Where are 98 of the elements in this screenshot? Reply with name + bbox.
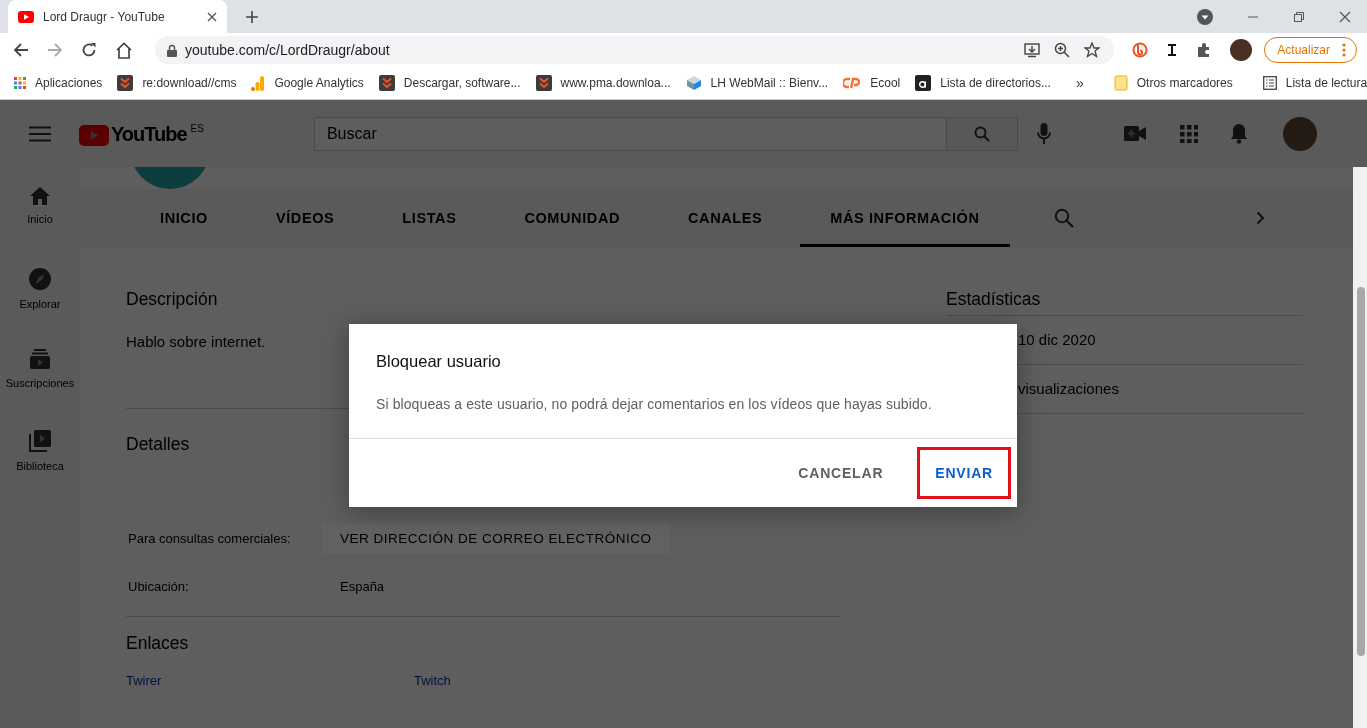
home-icon[interactable]	[115, 41, 133, 59]
dialog-message: Si bloqueas a este usuario, no podrá dejar comentarios en los vídeos que hayas subido.	[375, 395, 933, 414]
bookmark-item[interactable]: Ecool	[843, 76, 901, 90]
sidebar-item[interactable]: Inicio	[0, 187, 80, 268]
extension-icon[interactable]	[1166, 43, 1179, 57]
bookmark-label: Aplicaciones	[35, 76, 103, 90]
install-icon[interactable]	[1024, 42, 1041, 58]
detail-value: España	[340, 578, 385, 594]
bar-chart-icon	[251, 75, 266, 91]
channel-tab[interactable]: MÁS INFORMACIÓN	[800, 189, 1010, 247]
chevron-down-icon	[535, 75, 552, 91]
bookmark-label: Lista de directorios...	[940, 76, 1051, 90]
letter-a-icon	[915, 75, 932, 91]
reload-icon[interactable]	[81, 42, 97, 58]
sidebar-label: Suscripciones	[5, 377, 75, 389]
bookmark-label: Ecool	[870, 76, 901, 90]
bookmark-item[interactable]: LH WebMail :: Bienv...	[685, 75, 829, 91]
channel-description: Hablo sobre internet.	[126, 333, 266, 350]
bookmark-folder[interactable]: Otros marcadores	[1113, 75, 1233, 91]
plus-icon[interactable]	[245, 9, 259, 24]
star-icon[interactable]	[1084, 42, 1101, 58]
apps-grid-icon[interactable]	[1180, 124, 1198, 143]
detail-label: Para consultas comerciales:	[127, 530, 292, 546]
channel-tab[interactable]: COMUNIDAD	[494, 189, 651, 247]
search-field[interactable]: Buscar	[313, 116, 947, 151]
search-icon[interactable]	[1053, 208, 1074, 228]
apps-grid-icon	[14, 77, 26, 89]
close-icon[interactable]	[1339, 10, 1351, 23]
email-button[interactable]: VER DIRECCIÓN DE CORREO ELECTRÓNICO	[322, 522, 670, 554]
list-icon	[1262, 76, 1277, 90]
sidebar-label: Inicio	[27, 213, 53, 225]
logo-text: YouTube	[111, 123, 187, 146]
play-logo-icon	[18, 10, 34, 23]
dropdown-icon[interactable]	[1197, 8, 1213, 25]
section-title: Estadísticas	[946, 289, 1303, 316]
update-button[interactable]: Actualizar	[1264, 37, 1357, 63]
dialog-button[interactable]: ENVIAR	[917, 447, 1011, 499]
chevron-down-icon	[378, 75, 395, 91]
bookmark-label: LH WebMail :: Bienv...	[710, 76, 829, 90]
zoom-icon[interactable]	[1054, 42, 1071, 58]
cube-icon	[685, 75, 702, 91]
channel-tab[interactable]: VÍDEOS	[245, 189, 365, 247]
bookmark-label: Descargar, software...	[403, 76, 521, 90]
profile-avatar[interactable]	[1230, 39, 1253, 61]
bookmark-item[interactable]: www.pma.downloa...	[535, 75, 671, 91]
chevron-right-icon[interactable]	[1256, 211, 1265, 225]
url-text: youtube.com/c/LordDraugr/about	[185, 42, 390, 58]
cpanel-logo-icon	[843, 77, 862, 89]
bookmark-item[interactable]: re:download//cms	[117, 75, 237, 91]
section-title: Detalles	[126, 434, 191, 456]
bell-icon[interactable]	[1230, 123, 1248, 144]
scrollbar[interactable]	[1353, 167, 1367, 728]
home-icon	[30, 187, 50, 205]
bookmark-item[interactable]: Google Analytics	[251, 75, 364, 91]
play-logo-icon	[79, 125, 109, 146]
menu-icon[interactable]	[29, 125, 51, 142]
subscriptions-icon	[30, 349, 50, 369]
tab-title: Lord Draugr - YouTube	[43, 9, 166, 24]
detail-label: Ubicación:	[127, 578, 190, 594]
close-icon[interactable]	[207, 11, 217, 22]
address-bar[interactable]: youtube.com/c/LordDraugr/about	[155, 36, 1115, 64]
microphone-icon[interactable]	[1036, 122, 1051, 145]
channel-tab[interactable]: LISTAS	[372, 189, 487, 247]
dialog-button[interactable]: CANCELAR	[780, 447, 902, 499]
folder-icon	[1113, 75, 1128, 91]
more-bookmarks-button[interactable]: »	[1075, 75, 1084, 91]
bookmark-item[interactable]: Lista de directorios...	[915, 75, 1051, 91]
sidebar-label: Explorar	[19, 298, 61, 310]
lock-icon	[167, 43, 177, 57]
compass-icon	[29, 268, 51, 290]
video-camera-icon[interactable]	[1124, 126, 1146, 141]
restore-icon[interactable]	[1293, 10, 1305, 23]
dialog-title: Bloquear usuario	[375, 351, 502, 371]
section-title: Enlaces	[126, 633, 190, 655]
bookmark-label: Google Analytics	[274, 76, 364, 90]
back-arrow-icon[interactable]	[13, 42, 29, 58]
browser-tab[interactable]: Lord Draugr - YouTube	[8, 0, 227, 33]
channel-tab[interactable]: CANALES	[658, 189, 793, 247]
scrollbar-thumb[interactable]	[1357, 287, 1365, 656]
bookmark-item[interactable]: Descargar, software...	[378, 75, 521, 91]
kebab-icon	[1342, 43, 1346, 57]
bookmark-label: Otros marcadores	[1136, 76, 1233, 90]
bookmark-label: www.pma.downloa...	[560, 76, 671, 90]
sidebar-item[interactable]: Biblioteca	[0, 430, 80, 511]
chevron-down-icon	[117, 75, 134, 91]
search-icon	[973, 125, 990, 142]
country-code: ES	[190, 123, 204, 134]
search-button[interactable]	[946, 116, 1018, 151]
library-icon	[29, 430, 51, 452]
sidebar-item[interactable]: Suscripciones	[0, 349, 80, 430]
bookmark-label: re:download//cms	[142, 76, 237, 90]
reading-list-button[interactable]: Lista de lectura	[1262, 76, 1367, 90]
bookmark-label: Lista de lectura	[1285, 76, 1367, 90]
bookmark-item[interactable]: Aplicaciones	[14, 76, 103, 90]
channel-tab[interactable]: INICIO	[130, 189, 238, 247]
section-title: Descripción	[126, 289, 219, 311]
sidebar-item[interactable]: Explorar	[0, 268, 80, 349]
sidebar-label: Biblioteca	[16, 460, 64, 472]
